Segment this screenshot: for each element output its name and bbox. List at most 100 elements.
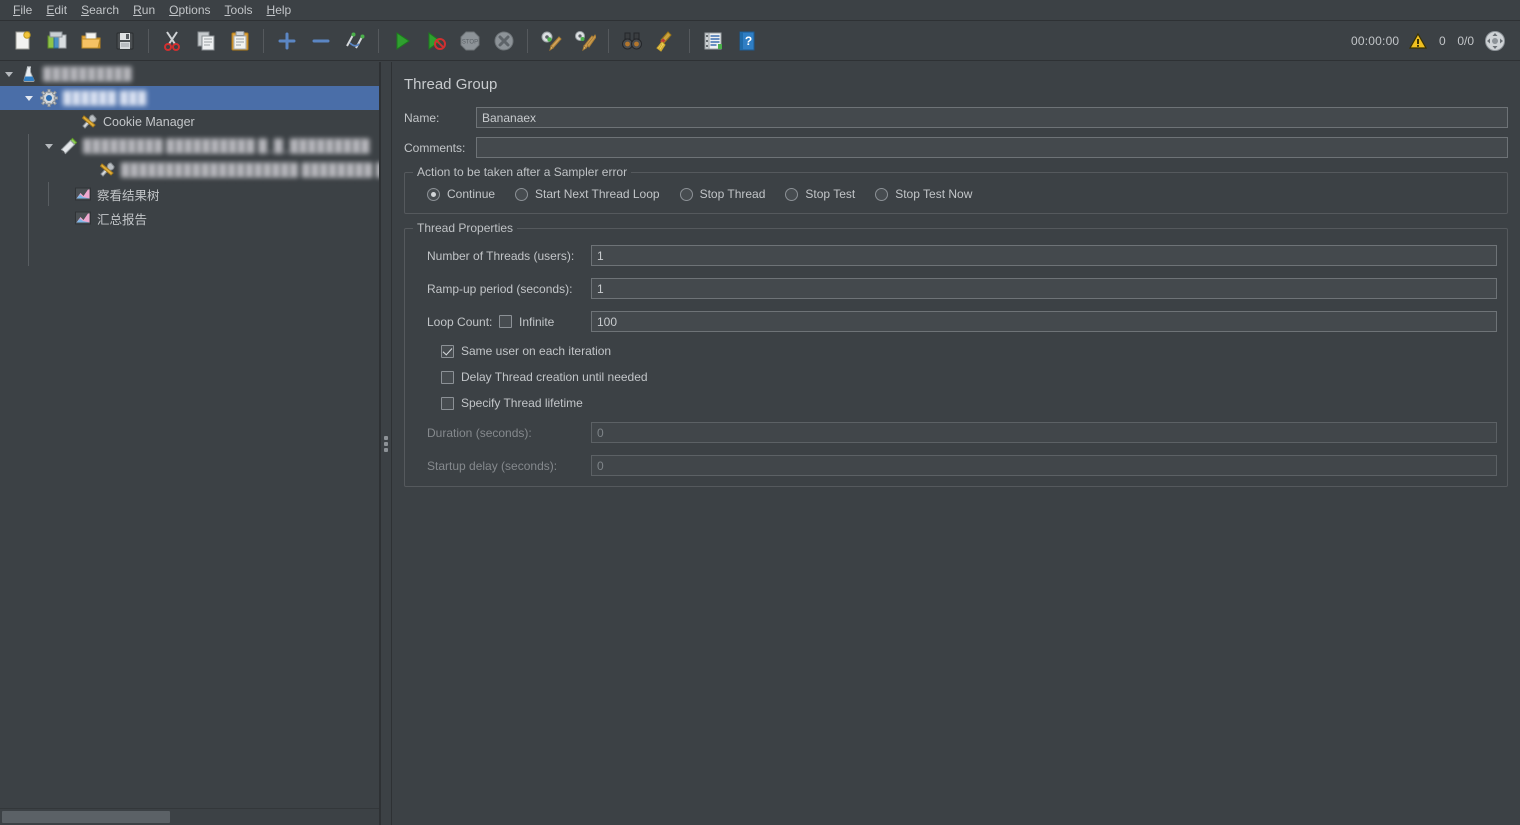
menu-file[interactable]: File (6, 1, 39, 19)
expand-all-button[interactable] (270, 25, 304, 57)
open-button[interactable] (74, 25, 108, 57)
collapse-all-button[interactable] (304, 25, 338, 57)
open-icon (81, 32, 101, 48)
new-icon (15, 30, 31, 49)
scrollbar-thumb[interactable] (2, 811, 170, 823)
tree-node-view-results-tree[interactable]: 察看结果树 (0, 182, 379, 206)
tree-guide-line (28, 134, 29, 266)
tree-node-http-request[interactable]: ████████████████████ ████████ ██████████… (0, 158, 379, 182)
duration-row: Duration (seconds): (415, 422, 1497, 443)
radio-stop-test-now[interactable]: Stop Test Now (875, 187, 972, 201)
collapse-all-icon (312, 39, 330, 42)
ramp-up-label: Ramp-up period (seconds): (427, 281, 573, 296)
radio-indicator (515, 187, 529, 201)
paste-icon (231, 30, 249, 50)
name-input[interactable] (476, 107, 1508, 128)
toggle-button[interactable] (338, 25, 372, 57)
help-button[interactable]: ? (730, 25, 764, 57)
start-button[interactable] (385, 25, 419, 57)
clear-button[interactable] (534, 25, 568, 57)
loop-count-input[interactable] (591, 311, 1497, 332)
comments-row: Comments: (404, 137, 1508, 158)
warning-icon[interactable] (1409, 32, 1428, 49)
radio-start-next-thread-loop[interactable]: Start Next Thread Loop (515, 187, 660, 201)
duration-input[interactable] (591, 422, 1497, 443)
svg-text:STOP: STOP (462, 39, 478, 45)
checkbox-indicator (441, 344, 454, 358)
radio-label: Stop Thread (699, 187, 766, 201)
radio-label: Stop Test Now (895, 187, 973, 201)
stop-button[interactable]: STOP (453, 25, 487, 57)
radio-indicator (427, 187, 440, 201)
save-icon (116, 32, 134, 49)
copy-button[interactable] (189, 25, 223, 57)
menu-edit[interactable]: Edit (39, 1, 74, 19)
radio-indicator (875, 187, 889, 201)
comments-label: Comments: (404, 140, 466, 155)
search-reset-button[interactable] (649, 25, 683, 57)
menu-help[interactable]: Help (260, 1, 299, 19)
startup-delay-input[interactable] (591, 455, 1497, 476)
checkbox-indicator (499, 315, 512, 328)
menu-options[interactable]: Options (162, 1, 217, 19)
infinite-checkbox[interactable]: Infinite (499, 315, 554, 329)
menu-tools[interactable]: Tools (218, 1, 260, 19)
specify-lifetime-checkbox[interactable]: Specify Thread lifetime (441, 396, 583, 410)
function-helper-button[interactable] (696, 25, 730, 57)
split-divider[interactable] (380, 62, 392, 825)
tree-node-transaction-sampler[interactable]: █████████ ██████████ █_█_█████████ (0, 134, 379, 158)
expand-twisty-icon[interactable] (40, 141, 58, 151)
startup-delay-row: Startup delay (seconds): (415, 455, 1497, 476)
ramp-up-input[interactable] (591, 278, 1497, 299)
clear-all-button[interactable] (568, 25, 602, 57)
expand-twisty-icon[interactable] (20, 93, 38, 103)
search-reset-icon (656, 30, 672, 52)
tree-node-summary-report[interactable]: 汇总报告 (0, 206, 379, 230)
comments-input[interactable] (476, 137, 1508, 158)
sampler-error-options: Continue Start Next Thread Loop Stop Thr… (415, 187, 1497, 201)
startup-delay-label: Startup delay (seconds): (427, 458, 558, 473)
toolbar-separator (148, 28, 149, 53)
same-user-checkbox[interactable]: Same user on each iteration (441, 344, 611, 358)
radio-stop-thread[interactable]: Stop Thread (679, 187, 766, 201)
radio-continue[interactable]: Continue (427, 187, 495, 201)
tree-horizontal-scrollbar[interactable] (0, 808, 379, 825)
toolbar-separator (263, 28, 264, 53)
radio-label: Continue (447, 187, 496, 201)
delay-thread-checkbox[interactable]: Delay Thread creation until needed (441, 370, 648, 384)
toolbar-separator (378, 28, 379, 53)
loop-count-inline: Loop Count: Infinite (427, 315, 591, 329)
thread-indicator-icon[interactable] (1484, 30, 1506, 52)
cut-button[interactable] (155, 25, 189, 57)
tree-node-cookie-manager[interactable]: Cookie Manager (0, 110, 379, 134)
same-user-row: Same user on each iteration (415, 344, 1497, 358)
num-threads-input[interactable] (591, 245, 1497, 266)
tree-node-label: ████████████████████ ████████ ██████████… (121, 163, 379, 177)
templates-button[interactable] (40, 25, 74, 57)
save-button[interactable] (108, 25, 142, 57)
warning-count: 0 (1438, 33, 1446, 48)
expand-twisty-icon[interactable] (0, 69, 18, 79)
test-plan-tree-panel: ██████████ ██████ ███ Cookie Manager ███… (0, 62, 380, 825)
duration-label: Duration (seconds): (427, 425, 532, 440)
sampler-error-group: Action to be taken after a Sampler error… (404, 165, 1508, 214)
menu-run[interactable]: Run (126, 1, 162, 19)
search-button[interactable] (615, 25, 649, 57)
specify-lifetime-label: Specify Thread lifetime (461, 396, 583, 410)
new-button[interactable] (6, 25, 40, 57)
menu-search[interactable]: Search (74, 1, 126, 19)
radio-stop-test[interactable]: Stop Test (785, 187, 855, 201)
active-threads-count: 0/0 (1457, 33, 1474, 48)
listener-icon (72, 185, 94, 203)
shutdown-button[interactable] (487, 25, 521, 57)
tree-node-test-plan[interactable]: ██████████ (0, 62, 379, 86)
tree-node-thread-group[interactable]: ██████ ███ (0, 86, 379, 110)
name-label: Name: (404, 110, 440, 125)
templates-icon (47, 31, 67, 48)
radio-indicator (679, 187, 693, 201)
name-row: Name: (404, 107, 1508, 128)
tree-node-label: 汇总报告 (97, 212, 148, 227)
paste-button[interactable] (223, 25, 257, 57)
start-no-pauses-button[interactable] (419, 25, 453, 57)
cut-icon (164, 30, 180, 51)
